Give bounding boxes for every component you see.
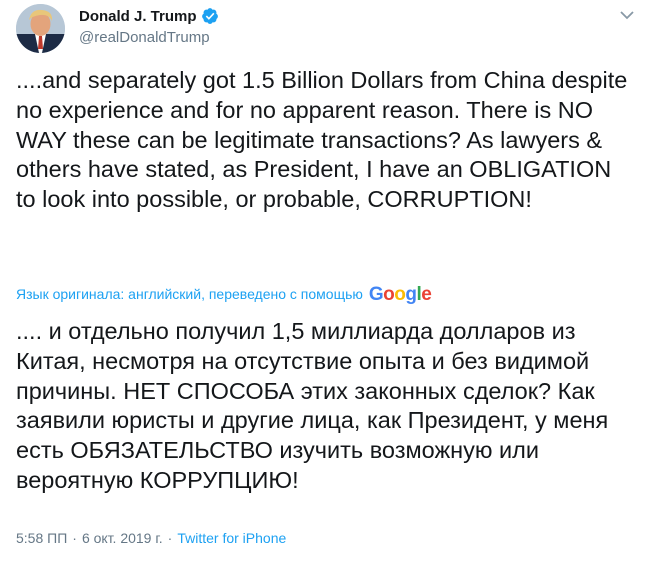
translation-note-text[interactable]: Язык оригинала: английский, переведено с… (16, 286, 363, 302)
google-logo-letter: g (405, 283, 417, 305)
google-logo-letter: G (368, 283, 384, 305)
avatar-image (16, 4, 65, 53)
tweet-source-link[interactable]: Twitter for iPhone (177, 530, 286, 546)
meta-separator: · (72, 530, 77, 546)
google-logo: Google (368, 283, 432, 305)
tweet-date[interactable]: 6 окт. 2019 г. (82, 530, 163, 546)
translation-note[interactable]: Язык оригинала: английский, переведено с… (16, 282, 432, 306)
tweet-time[interactable]: 5:58 ПП (16, 530, 67, 546)
handle[interactable]: @realDonaldTrump (79, 29, 219, 46)
display-name[interactable]: Donald J. Trump (79, 8, 197, 25)
chevron-down-icon[interactable] (618, 8, 636, 22)
tweet-meta: 5:58 ПП · 6 окт. 2019 г. · Twitter for i… (16, 528, 286, 548)
meta-separator: · (167, 530, 173, 546)
name-row: Donald J. Trump (79, 6, 219, 26)
avatar[interactable] (16, 4, 65, 53)
google-logo-letter: e (421, 283, 432, 305)
tweet-text: ....and separately got 1.5 Billion Dolla… (16, 67, 634, 213)
google-logo-letter: o (394, 283, 406, 305)
author-block: Donald J. Trump @realDonaldTrump (79, 6, 219, 46)
translated-text: .... и отдельно получил 1,5 миллиарда до… (16, 318, 615, 493)
google-logo-letter: o (383, 283, 395, 305)
verified-badge-icon (201, 8, 218, 24)
tweet-header: Donald J. Trump @realDonaldTrump (16, 4, 640, 60)
